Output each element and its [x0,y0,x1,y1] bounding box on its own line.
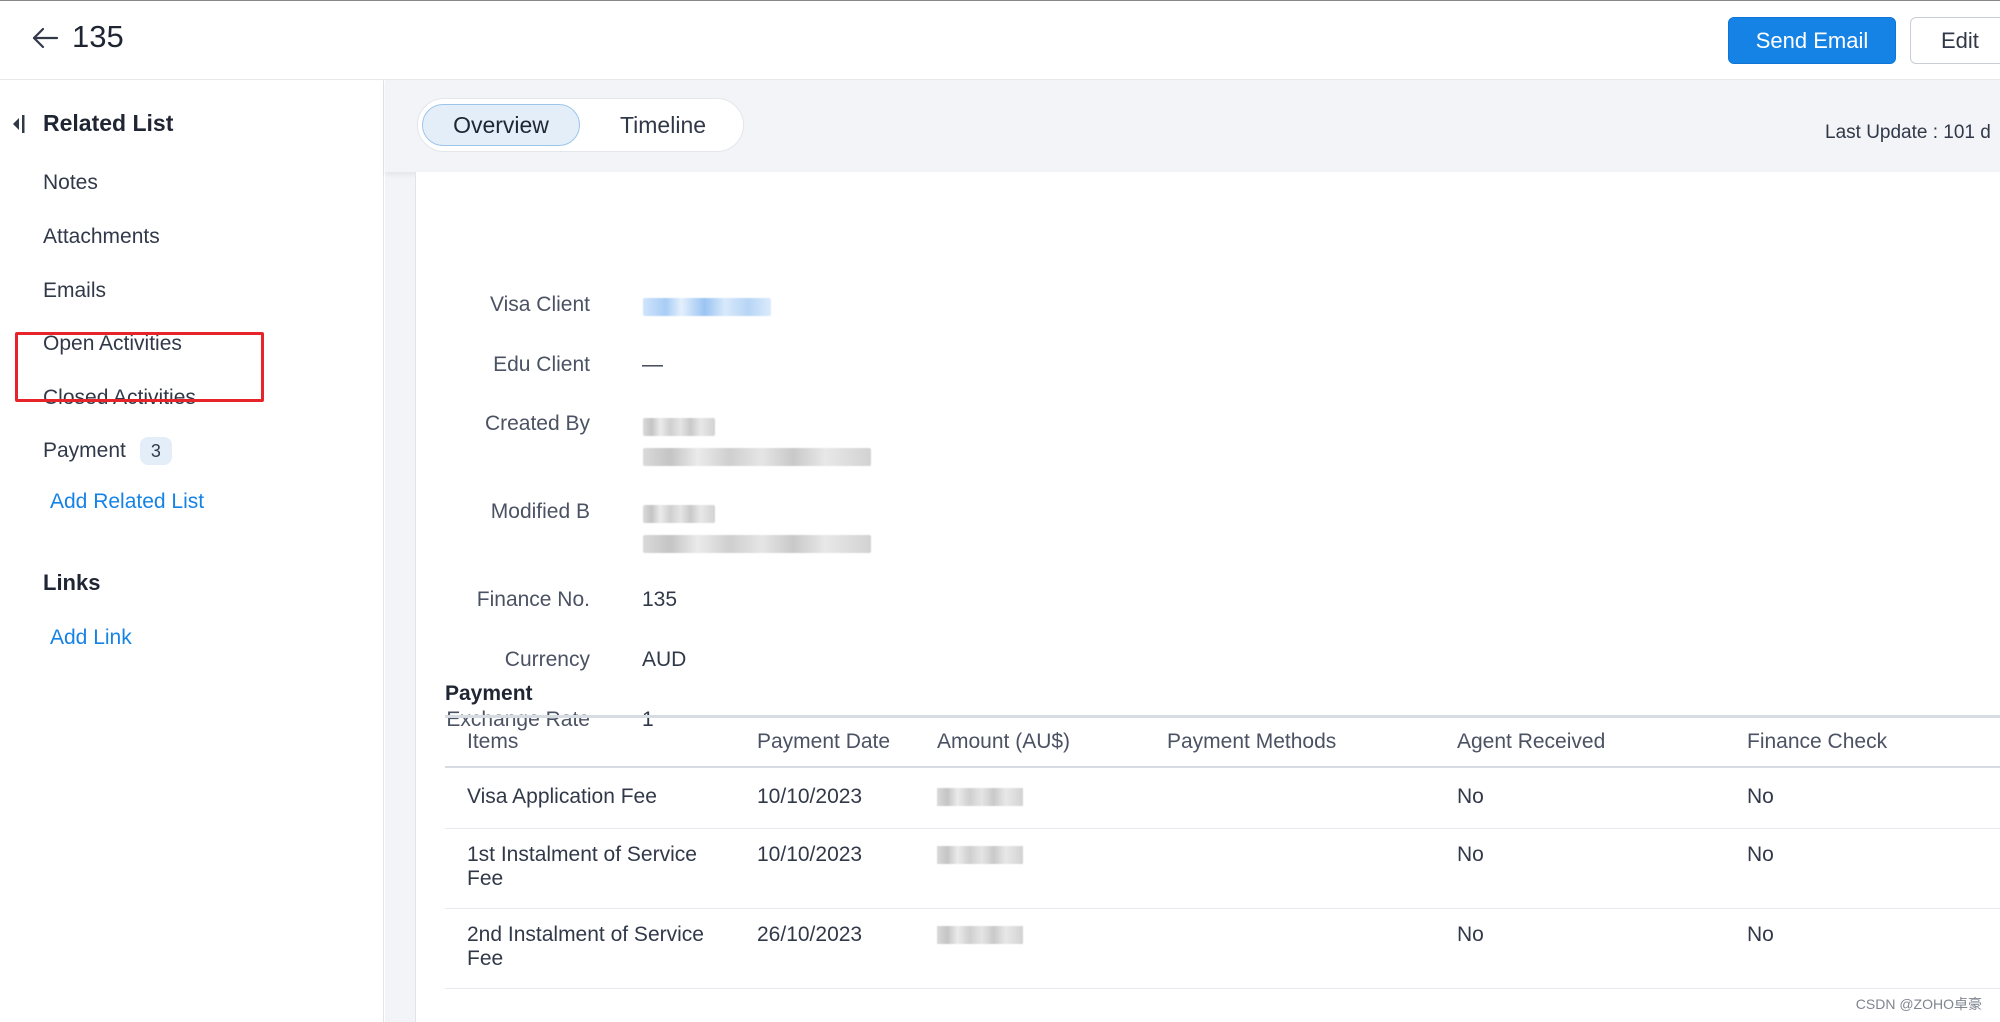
cell-agent-received: No [1435,766,1725,829]
cell-amount [915,828,1145,909]
column-header-payment-date: Payment Date [735,715,915,768]
tab-overview[interactable]: Overview [422,104,580,146]
amount-redacted [937,926,1023,944]
table-row[interactable]: 2nd Instalment of Service Fee 26/10/2023… [445,908,2000,989]
payment-table: Items Payment Date Amount (AU$) Payment … [445,715,2000,989]
cell-agent-received: No [1435,908,1725,989]
cell-payment-method [1145,766,1435,829]
modified-by-date-redacted [643,535,871,553]
main-panel: Overview Timeline Last Update : 101 d Vi… [385,80,2000,1022]
sidebar-item-label: Attachments [43,225,160,248]
currency-value: AUD [642,648,687,671]
edit-button[interactable]: Edit [1910,17,2000,64]
column-header-agent-received: Agent Received [1435,715,1725,768]
send-email-button[interactable]: Send Email [1728,17,1896,64]
cell-item: Visa Application Fee [445,766,735,829]
cell-item: 2nd Instalment of Service Fee [445,908,735,989]
field-label-created-by: Created By [484,412,590,435]
column-header-items: Items [445,715,735,768]
field-label-modified-by: Modified B [490,500,590,523]
record-title: 135 [72,19,124,54]
collapse-panel-icon[interactable] [10,113,26,135]
cell-agent-received: No [1435,828,1725,909]
sidebar-item-payment[interactable]: Payment 3 [43,436,172,466]
column-header-finance-check: Finance Check [1725,715,2000,768]
table-row[interactable]: Visa Application Fee 10/10/2023 No No [445,766,2000,829]
payment-section-title: Payment [445,682,533,705]
amount-redacted [937,787,1023,806]
cell-finance-check: No [1725,908,2000,989]
cell-payment-date: 26/10/2023 [735,908,915,989]
field-label-finance-no: Finance No. [476,588,590,611]
related-list-heading: Related List [43,110,174,136]
column-header-amount: Amount (AU$) [915,715,1145,768]
tab-bar: Overview Timeline Last Update : 101 d [385,80,2000,172]
field-label-currency: Currency [504,648,590,671]
sidebar-item-label: Closed Activities [43,386,196,409]
count-badge: 3 [139,437,172,465]
add-link-link[interactable]: Add Link [50,626,132,650]
table-row[interactable]: 1st Instalment of Service Fee 10/10/2023… [445,828,2000,909]
back-arrow-icon[interactable] [30,23,60,53]
sidebar-item-label: Payment [43,439,126,462]
field-label-edu-client: Edu Client [493,353,590,376]
table-header-row: Items Payment Date Amount (AU$) Payment … [445,715,2000,768]
cell-item: 1st Instalment of Service Fee [445,828,735,909]
amount-redacted [937,846,1023,864]
cell-payment-date: 10/10/2023 [735,766,915,829]
created-by-date-redacted [643,448,871,466]
record-header: 135 Send Email Edit [0,0,2000,80]
cell-payment-method [1145,908,1435,989]
edu-client-value: — [642,353,663,376]
tab-switcher: Overview Timeline [417,98,744,152]
sidebar-item-open-activities[interactable]: Open Activities [43,329,182,359]
add-related-list-link[interactable]: Add Related List [50,490,204,514]
cell-payment-date: 10/10/2023 [735,828,915,909]
related-list-sidebar: Related List Notes Attachments Emails Op… [0,80,384,1022]
record-details: Visa Client Edu Client — Created By Modi… [415,172,2000,1022]
cell-finance-check: No [1725,828,2000,909]
sidebar-item-emails[interactable]: Emails [43,276,106,306]
watermark-text: CSDN @ZOHO卓豪 [1855,996,1982,1012]
tab-timeline[interactable]: Timeline [588,104,738,146]
cell-amount [915,766,1145,829]
cell-amount [915,908,1145,989]
last-update-text: Last Update : 101 d [1825,122,1991,143]
cell-payment-method [1145,828,1435,909]
field-label-visa-client: Visa Client [490,293,590,316]
links-heading: Links [43,570,101,595]
sidebar-item-closed-activities[interactable]: Closed Activities [43,383,196,413]
visa-client-link-redacted[interactable] [643,298,771,316]
cell-finance-check: No [1725,766,2000,829]
sidebar-item-attachments[interactable]: Attachments [43,222,160,252]
sidebar-item-label: Emails [43,279,107,302]
sidebar-item-notes[interactable]: Notes [43,168,98,198]
created-by-name-redacted [643,418,715,436]
column-header-payment-methods: Payment Methods [1145,715,1435,768]
modified-by-name-redacted [643,505,715,523]
sidebar-item-label: Notes [43,171,98,194]
finance-no-value: 135 [642,588,678,611]
sidebar-item-label: Open Activities [43,332,182,355]
